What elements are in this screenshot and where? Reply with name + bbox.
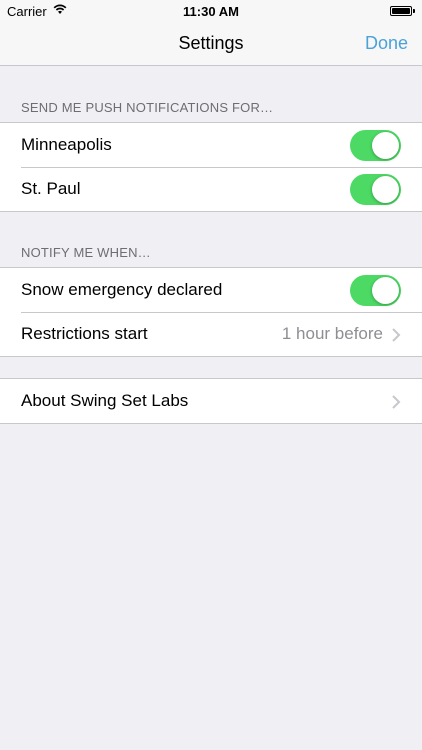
navigation-bar: Settings Done: [0, 22, 422, 66]
page-title: Settings: [178, 33, 244, 53]
battery-fill: [392, 8, 410, 14]
restrictions-detail-value: 1 hour before: [281, 324, 383, 343]
snow-emergency-toggle[interactable]: [350, 275, 401, 306]
row-label: About Swing Set Labs: [21, 391, 189, 410]
group-notify: Snow emergency declared Restrictions sta…: [0, 267, 422, 357]
toggle-knob: [372, 176, 399, 203]
toggle-knob: [372, 277, 399, 304]
settings-content: SEND ME PUSH NOTIFICATIONS FOR… Minneapo…: [0, 67, 422, 424]
group-about: About Swing Set Labs: [0, 378, 422, 424]
minneapolis-toggle[interactable]: [350, 130, 401, 161]
row-restrictions-start[interactable]: Restrictions start 1 hour before: [0, 312, 422, 356]
st-paul-toggle[interactable]: [350, 174, 401, 205]
status-time: 11:30 AM: [183, 4, 239, 19]
chevron-right-icon: [392, 328, 401, 342]
status-bar: Carrier 11:30 AM: [0, 0, 422, 22]
group-push: Minneapolis St. Paul: [0, 122, 422, 212]
row-label: Snow emergency declared: [21, 280, 223, 299]
section-header-push: SEND ME PUSH NOTIFICATIONS FOR…: [21, 100, 274, 115]
toggle-knob: [372, 132, 399, 159]
row-st-paul: St. Paul: [0, 167, 422, 211]
row-snow-emergency: Snow emergency declared: [0, 268, 422, 312]
row-label: St. Paul: [21, 179, 81, 198]
done-button[interactable]: Done: [365, 33, 408, 54]
row-minneapolis: Minneapolis: [0, 123, 422, 167]
row-about[interactable]: About Swing Set Labs: [0, 379, 422, 423]
battery-icon: [390, 6, 415, 16]
chevron-right-icon: [392, 395, 401, 409]
row-label: Minneapolis: [21, 135, 112, 154]
section-header-notify: NOTIFY ME WHEN…: [21, 245, 151, 260]
row-label: Restrictions start: [21, 324, 148, 343]
